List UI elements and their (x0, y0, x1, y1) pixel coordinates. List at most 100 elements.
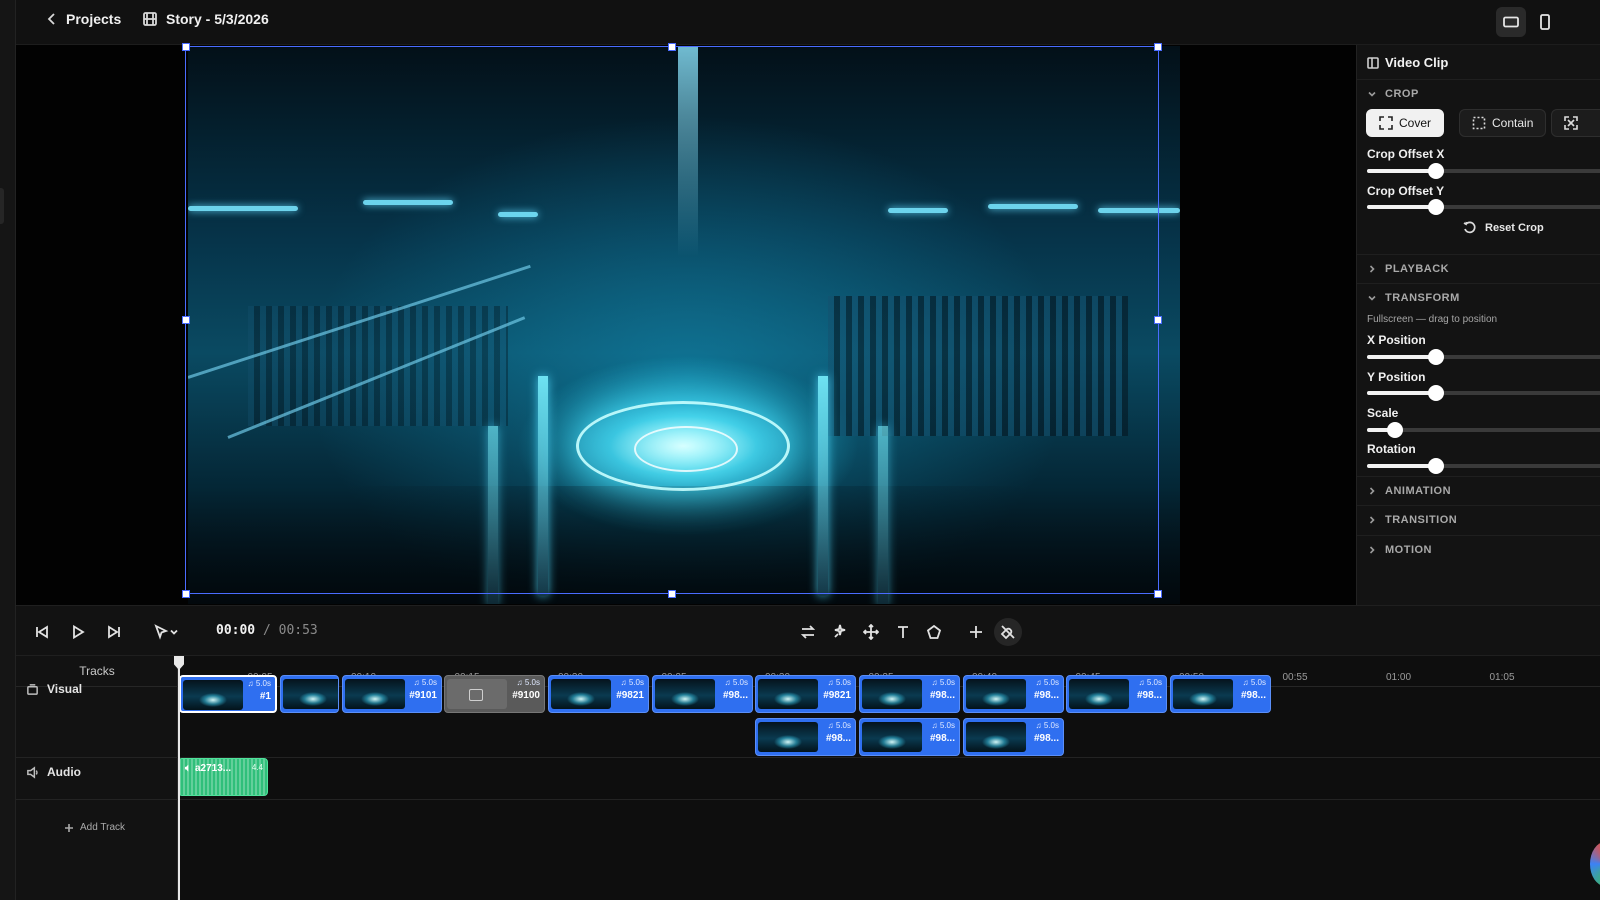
play-icon (73, 624, 85, 640)
snap-magnet-button[interactable] (994, 618, 1022, 646)
audio-clip[interactable]: 🔈︎ a2713... 4.4 (178, 758, 268, 796)
sparkle-wand-icon (834, 624, 846, 638)
crop-cover-button[interactable]: Cover (1366, 109, 1445, 137)
landscape-view-button[interactable] (1496, 7, 1526, 37)
slider-thumb[interactable] (1427, 199, 1444, 215)
text-tool-button[interactable] (891, 620, 915, 644)
slider-thumb[interactable] (1427, 458, 1444, 474)
section-crop-header[interactable]: CROP (1357, 79, 1600, 108)
glowing-platform (576, 401, 790, 491)
clip-id: #1 (259, 691, 271, 702)
scale-slider[interactable] (1367, 422, 1600, 438)
y-position-label: Y Position (1367, 370, 1426, 384)
slider-thumb[interactable] (1427, 163, 1444, 179)
resize-handle-bottom-right[interactable] (1154, 590, 1162, 598)
portrait-view-button[interactable] (1530, 7, 1560, 37)
track-visual-header[interactable]: Visual (26, 682, 82, 696)
video-clip[interactable]: ♫ 5.0s #9101 (342, 675, 442, 713)
resize-handle-bottom-left[interactable] (182, 590, 190, 598)
section-transition-header[interactable]: TRANSITION (1357, 505, 1600, 534)
clip-id: #98... (1240, 690, 1266, 701)
total-time: 00:53 (278, 623, 318, 638)
ruler-tick-label: 01:05 (1489, 672, 1515, 683)
chevron-down-icon (170, 629, 178, 635)
light-pillar (818, 376, 828, 596)
back-to-projects-button[interactable]: Projects (46, 11, 121, 27)
landscape-view-icon (1503, 16, 1519, 28)
ceiling-light (363, 200, 453, 205)
video-clip[interactable]: ♫ 5.0s #9821 (548, 675, 649, 713)
video-frame[interactable] (188, 46, 1180, 604)
slider-thumb[interactable] (1386, 422, 1403, 438)
clip-duration: ♫ 5.0s (931, 678, 955, 687)
video-clip[interactable]: ♫ 5.0s #98... (755, 718, 856, 756)
section-transform-header[interactable]: TRANSFORM (1357, 283, 1600, 312)
video-clip[interactable]: ♫ 5.0s #98... (859, 675, 960, 713)
section-motion-header[interactable]: MOTION (1357, 535, 1600, 564)
resize-handle-right[interactable] (1154, 316, 1162, 324)
clip-duration: ♫ 5.0s (827, 721, 851, 730)
video-clip[interactable] (280, 675, 339, 713)
light-pillar (878, 426, 888, 604)
video-clip[interactable]: ♫ 5.0s #9821 (755, 675, 856, 713)
resize-handle-left[interactable] (182, 316, 190, 324)
video-clip[interactable]: ♫ 5.0s #9100 (444, 675, 545, 713)
shape-tool-button[interactable] (922, 620, 946, 644)
resize-handle-top-left[interactable] (182, 43, 190, 51)
section-animation-header[interactable]: ANIMATION (1357, 476, 1600, 505)
video-clip[interactable]: ♫ 5.0s #98... (963, 718, 1064, 756)
swap-clips-button[interactable] (796, 620, 820, 644)
clip-thumbnail (551, 679, 611, 709)
panel-title-label: Video Clip (1385, 55, 1449, 70)
play-button[interactable] (66, 620, 90, 644)
slider-fill (1367, 205, 1436, 209)
clip-id: #98... (929, 690, 955, 701)
crop-offset-y-slider[interactable] (1367, 199, 1600, 215)
clip-duration: ♫ 5.0s (247, 679, 271, 688)
time-separator: / (262, 623, 271, 638)
playhead[interactable] (178, 656, 180, 900)
section-playback-header[interactable]: PLAYBACK (1357, 254, 1600, 283)
slider-thumb[interactable] (1427, 385, 1444, 401)
video-clip[interactable]: ♫ 5.0s #98... (859, 718, 960, 756)
clip-duration: ♫ 5.0s (1138, 678, 1162, 687)
y-position-slider[interactable] (1367, 385, 1600, 401)
reset-icon (1463, 221, 1476, 234)
skip-to-end-button[interactable] (102, 620, 126, 644)
clip-thumbnail (862, 722, 922, 752)
crop-contain-button[interactable]: Contain (1459, 109, 1547, 137)
sidebar-toggle-handle[interactable] (0, 188, 4, 224)
rotation-slider[interactable] (1367, 458, 1600, 474)
skip-to-start-button[interactable] (30, 620, 54, 644)
add-element-button[interactable] (964, 620, 988, 644)
chevron-down-icon (1368, 295, 1376, 301)
magic-effects-button[interactable] (828, 620, 852, 644)
speaker-icon: 🔈︎ (185, 763, 191, 774)
clip-id: #98... (1033, 733, 1059, 744)
x-position-slider[interactable] (1367, 349, 1600, 365)
clip-thumbnail (283, 679, 338, 709)
resize-handle-top[interactable] (668, 43, 676, 51)
video-clip[interactable]: ♫ 5.0s #98... (652, 675, 753, 713)
ceiling-light (888, 208, 948, 213)
video-clip[interactable]: ♫ 5.0s #98... (1170, 675, 1271, 713)
clip-duration: ♫ 5.0s (1035, 721, 1059, 730)
slider-thumb[interactable] (1427, 349, 1444, 365)
crop-offset-x-slider[interactable] (1367, 163, 1600, 179)
resize-handle-top-right[interactable] (1154, 43, 1162, 51)
video-preview-area[interactable] (16, 45, 1356, 605)
reset-crop-button[interactable]: Reset Crop (1463, 221, 1544, 235)
crop-fill-button[interactable] (1551, 109, 1600, 137)
move-tool-button[interactable] (859, 620, 883, 644)
resize-handle-bottom[interactable] (668, 590, 676, 598)
clip-id: #9101 (409, 690, 437, 701)
video-clip[interactable]: ♫ 5.0s #98... (963, 675, 1064, 713)
clip-id: #98... (929, 733, 955, 744)
add-track-button[interactable]: Add Track (64, 822, 125, 833)
video-clip[interactable]: ♫ 5.0s #98... (1066, 675, 1167, 713)
video-clip[interactable]: ♫ 5.0s #1 (179, 675, 277, 713)
track-audio-header[interactable]: Audio (26, 765, 81, 779)
select-tool-dropdown[interactable] (146, 620, 186, 644)
project-title-area: Story - 5/3/2026 (142, 11, 269, 27)
audio-clip-label: 🔈︎ a2713... (185, 763, 231, 774)
